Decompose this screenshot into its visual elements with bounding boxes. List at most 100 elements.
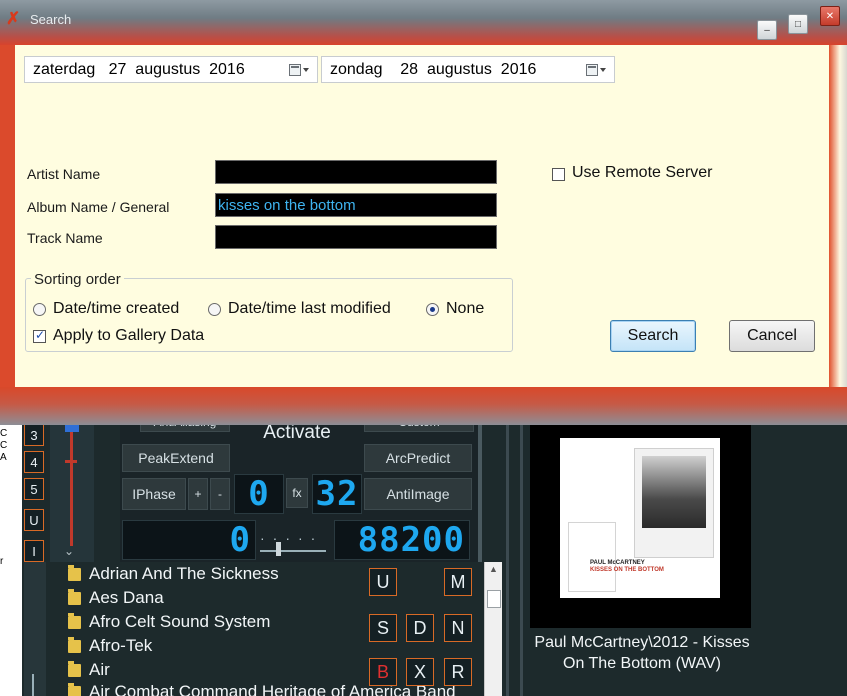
scroll-up-icon[interactable]: ▲ [489,564,498,574]
cover-text: PAUL McCARTNEY KISSES ON THE BOTTOM [590,560,664,573]
plus-button[interactable]: + [188,478,208,510]
tree-item[interactable]: Aes Dana [68,586,164,610]
maximize-button[interactable]: □ [788,14,808,34]
folder-icon [68,682,81,696]
tree-gutter [24,562,46,696]
date-from-value: zaterdag 27 augustus 2016 [33,60,245,78]
edge-text: A [0,452,7,463]
window-frame [0,387,847,425]
edge-text: r [0,556,4,567]
artist-name-label: Artist Name [27,166,101,182]
peakextend-button[interactable]: PeakExtend [122,444,230,472]
window-title: Search [30,12,72,27]
number-button-u[interactable]: U [24,509,44,531]
sorting-order-title: Sorting order [31,271,124,288]
calendar-dropdown-icon[interactable] [586,64,606,76]
number-button-5[interactable]: 5 [24,478,44,500]
cancel-button[interactable]: Cancel [729,320,815,352]
cover-sleeve [568,522,616,592]
volume-slider[interactable]: ⌄ [50,420,94,562]
tree-item-label: Afro Celt Sound System [89,612,271,631]
date-to-value: zondag 28 augustus 2016 [330,60,537,78]
tree-item[interactable]: Afro-Tek [68,634,152,658]
letter-button-b[interactable]: B [369,658,397,686]
desktop-edge: C C A r [0,390,22,696]
tools-icon: ✗ [6,9,21,28]
edge-text: C [0,440,8,451]
album-caption: Paul McCartney\2012 - Kisses On The Bott… [534,634,750,672]
sort-none-label: None [446,300,485,317]
chevron-down-icon[interactable]: ⌄ [64,544,74,558]
edge-text: C [0,428,8,439]
folder-icon [68,612,81,629]
number-button-4[interactable]: 4 [24,451,44,473]
slider-handle[interactable] [276,542,281,556]
slider-track [260,550,326,552]
tree-item-label: Aes Dana [89,588,164,607]
search-dialog: ✗ Search – □ ✕ zaterdag 27 augustus 2016… [0,0,847,425]
folder-icon [68,636,81,653]
letter-button-s[interactable]: S [369,614,397,642]
album-name-label: Album Name / General [27,199,170,215]
sort-modified-label: Date/time last modified [228,300,391,317]
letter-button-m[interactable]: M [444,568,472,596]
close-button[interactable]: ✕ [820,6,840,26]
tree-scrollbar[interactable]: ▲ [484,562,502,696]
arcpredict-button[interactable]: ArcPredict [364,444,472,472]
tree-item[interactable]: Afro Celt Sound System [68,610,270,634]
letter-button-u[interactable]: U [369,568,397,596]
number-button-i[interactable]: I [24,540,44,562]
minimize-button[interactable]: – [757,20,777,40]
cover-photo [642,456,706,528]
fx-button[interactable]: fx [286,478,308,508]
sort-modified-radio[interactable] [208,303,221,316]
apply-gallery-checkbox[interactable] [33,328,46,343]
scroll-thumb[interactable] [487,590,501,608]
tree-item-label: Air Combat Command Heritage of America B… [89,682,456,696]
number-button-3[interactable]: 3 [24,424,44,446]
lcd-small-right: 32 [312,474,362,514]
balance-slider[interactable]: ····· [258,526,330,556]
use-remote-server-label: Use Remote Server [572,164,713,181]
album-cover: PAUL McCARTNEY KISSES ON THE BOTTOM [560,438,720,598]
search-button[interactable]: Search [610,320,696,352]
sort-none-radio[interactable] [426,303,439,316]
tree-item-label: Adrian And The Sickness [89,564,279,583]
slider-track [70,428,73,546]
iphase-button[interactable]: IPhase [122,478,186,510]
track-name-label: Track Name [27,230,103,246]
slider-marker [65,460,77,463]
tree-item-label: Afro-Tek [89,636,153,655]
sort-created-label: Date/time created [53,300,180,317]
window-frame [0,45,15,390]
slider-dots: ····· [260,530,324,546]
letter-button-d[interactable]: D [406,614,434,642]
lcd-right: 88200 [334,520,470,560]
letter-button-n[interactable]: N [444,614,472,642]
window-frame [829,45,847,390]
album-name-input[interactable] [215,193,497,217]
calendar-dropdown-icon[interactable] [289,64,309,76]
antiimage-button[interactable]: AntiImage [364,478,472,510]
title-bar[interactable]: ✗ Search – □ ✕ [0,0,847,45]
artist-name-input[interactable] [215,160,497,184]
divider [506,416,509,696]
minus-button[interactable]: - [210,478,230,510]
tree-item[interactable]: Air Combat Command Heritage of America B… [68,680,456,696]
letter-button-r[interactable]: R [444,658,472,686]
dialog-body: zaterdag 27 augustus 2016 zondag 28 augu… [15,45,829,387]
album-art-panel: PAUL McCARTNEY KISSES ON THE BOTTOM [530,424,751,628]
date-from-picker[interactable]: zaterdag 27 augustus 2016 [24,56,318,83]
tree-item-label: Air [89,660,110,679]
use-remote-server-checkbox[interactable] [552,168,565,181]
track-name-input[interactable] [215,225,497,249]
letter-button-x[interactable]: X [406,658,434,686]
apply-gallery-label: Apply to Gallery Data [53,327,205,344]
tree-item[interactable]: Adrian And The Sickness [68,562,279,586]
folder-icon [68,588,81,605]
tree-item[interactable]: Air [68,658,110,682]
folder-icon [68,564,81,581]
date-to-picker[interactable]: zondag 28 augustus 2016 [321,56,615,83]
sort-created-radio[interactable] [33,303,46,316]
player-window: C C A r 3 4 5 U I ⌄ AntiAliasing Custom … [0,390,847,696]
